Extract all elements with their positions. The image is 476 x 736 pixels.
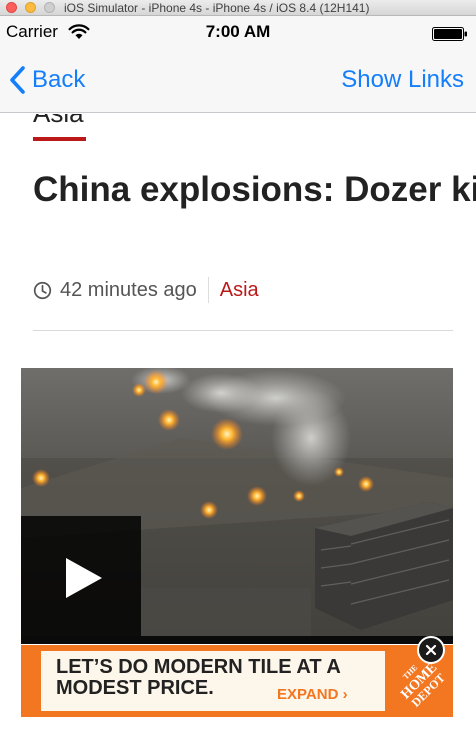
back-button-label: Back xyxy=(32,66,86,93)
section-tag: Asia xyxy=(33,114,84,126)
simulator-title-bar: iOS Simulator - iPhone 4s - iPhone 4s / … xyxy=(0,0,476,16)
minimize-window-button[interactable] xyxy=(25,2,36,13)
chevron-left-icon xyxy=(10,66,25,94)
meta-divider xyxy=(207,277,209,303)
close-window-button[interactable] xyxy=(6,2,17,13)
article-content[interactable]: Asia China explosions: Dozer killed in T… xyxy=(0,114,476,736)
back-button[interactable]: Back xyxy=(8,64,85,96)
section-link[interactable]: Asia xyxy=(220,279,259,302)
video-progress-track xyxy=(21,636,453,644)
show-links-button[interactable]: Show Links xyxy=(341,66,464,94)
article-meta: 42 minutes ago Asia xyxy=(33,277,259,303)
battery-icon xyxy=(432,27,467,41)
simulator-title: iOS Simulator - iPhone 4s - iPhone 4s / … xyxy=(64,1,370,15)
status-time: 7:00 AM xyxy=(205,22,271,41)
clock-icon xyxy=(33,281,52,299)
ad-panel: LET’S DO MODERN TILE AT A MODEST PRICE. … xyxy=(41,651,385,711)
ad-banner[interactable]: LET’S DO MODERN TILE AT A MODEST PRICE. … xyxy=(21,636,453,717)
timestamp: 42 minutes ago xyxy=(60,278,197,301)
article-headline: China explosions: Dozer killed in Tianji… xyxy=(33,170,476,209)
ad-expand-button[interactable]: EXPAND › xyxy=(277,686,348,703)
zoom-window-button[interactable] xyxy=(44,2,55,13)
divider xyxy=(33,330,453,331)
video-player[interactable] xyxy=(21,368,453,644)
section-tag-underline xyxy=(33,137,86,141)
ad-close-button[interactable] xyxy=(417,636,445,664)
play-button[interactable] xyxy=(21,516,141,636)
play-icon xyxy=(66,558,102,598)
status-bar: Carrier 7:00 AM xyxy=(0,16,476,48)
close-icon xyxy=(425,644,437,656)
navigation-bar: Back Show Links xyxy=(0,48,476,113)
